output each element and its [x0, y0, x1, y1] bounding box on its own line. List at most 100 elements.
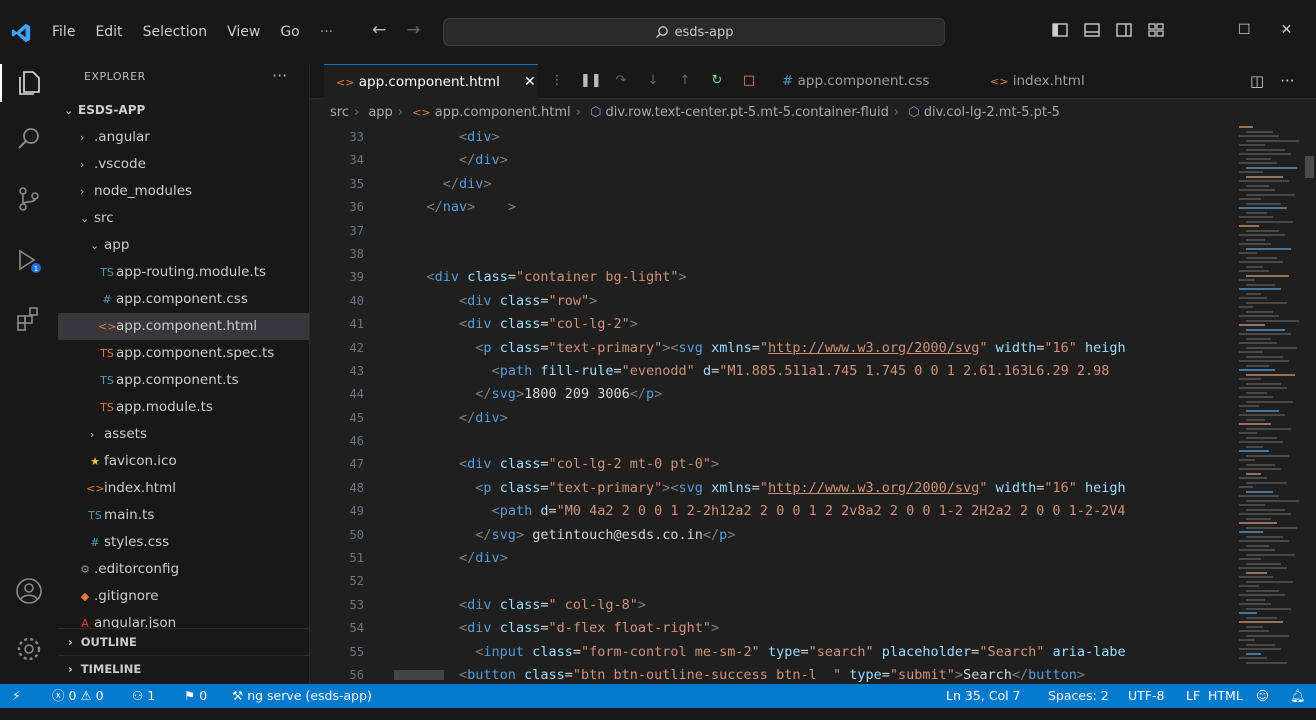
stop-icon[interactable]: □ [740, 73, 758, 89]
code-line[interactable]: 55 <input class="form-control me-sm-2" t… [310, 641, 1230, 664]
tree-item-app-routing-module[interactable]: TS app-routing.module.ts [58, 259, 309, 286]
step-over-icon[interactable]: ↷ [612, 73, 630, 89]
restart-icon[interactable]: ↻ [708, 73, 726, 89]
task-indicator[interactable]: ⚒ ng serve (esds-app) [232, 684, 372, 708]
maximize-icon[interactable]: ☐ [1238, 22, 1251, 38]
remote-indicator[interactable]: ⚡ [12, 684, 21, 708]
code-line[interactable]: 36 </nav> > [310, 196, 1230, 219]
code-line[interactable]: 48 <p class="text-primary"><svg xmlns="h… [310, 477, 1230, 500]
tab-app-component-css[interactable]: # app.component.css [770, 64, 940, 99]
split-editor-icon[interactable]: ◫ [1250, 72, 1264, 90]
back-arrow-icon[interactable]: ← [372, 20, 386, 40]
code-line[interactable]: 37 [310, 220, 1230, 243]
close-window-icon[interactable]: ✕ [1281, 22, 1293, 38]
scrollbar-thumb[interactable] [1305, 156, 1314, 178]
explorer-more-actions[interactable]: ··· [272, 66, 287, 85]
vertical-scrollbar[interactable] [1303, 126, 1316, 684]
code-line[interactable]: 56 <button class="btn btn-outline-succes… [310, 664, 1230, 684]
breadcrumb-item[interactable]: app [368, 105, 392, 120]
code-line[interactable]: 43 <path fill-rule="evenodd" d="M1.885.5… [310, 360, 1230, 383]
outline-section[interactable]: › OUTLINE [58, 628, 309, 655]
tree-item-gitignore[interactable]: ◆ .gitignore [58, 583, 309, 610]
code-line[interactable]: 51 </div> [310, 547, 1230, 570]
command-center-search[interactable]: esds-app [443, 18, 945, 46]
language-mode[interactable]: HTML [1208, 684, 1243, 708]
pause-icon[interactable]: ❚❚ [580, 73, 602, 89]
tree-item-src[interactable]: ⌄ src [58, 205, 309, 232]
minimap[interactable] [1235, 126, 1303, 684]
step-out-icon[interactable]: ↑ [676, 73, 694, 89]
info-indicator[interactable]: ⚑ 0 [184, 684, 207, 708]
explorer-icon[interactable] [0, 64, 44, 102]
menu-edit[interactable]: Edit [85, 22, 132, 42]
code-line[interactable]: 53 <div class=" col-lg-8"> [310, 594, 1230, 617]
menu-selection[interactable]: Selection [133, 22, 218, 42]
tree-item-app-component-spec[interactable]: TS app.component.spec.ts [58, 340, 309, 367]
breadcrumb-item[interactable]: app.component.html [435, 105, 571, 120]
code-line[interactable]: 50 </svg> getintouch@esds.co.in</p> [310, 524, 1230, 547]
tree-item-angular[interactable]: › .angular [58, 124, 309, 151]
problems-indicator[interactable]: ⓧ 0 ⚠ 0 [52, 684, 104, 708]
tree-item-app[interactable]: ⌄ app [58, 232, 309, 259]
tab-app-component-html[interactable]: <> app.component.html ✕ [324, 64, 538, 99]
code-line[interactable]: 39 <div class="container bg-light"> [310, 266, 1230, 289]
code-line[interactable]: 40 <div class="row"> [310, 290, 1230, 313]
breadcrumb-item[interactable]: div.col-lg-2.mt-5.pt-5 [924, 105, 1060, 120]
customize-layout-icon[interactable] [1146, 20, 1166, 40]
account-icon[interactable] [14, 576, 44, 606]
run-debug-icon[interactable]: 1 [14, 246, 44, 276]
tree-item-node-modules[interactable]: › node_modules [58, 178, 309, 205]
breadcrumb-item[interactable]: div.row.text-center.pt-5.mt-5.container-… [605, 105, 888, 120]
tree-item-app-module[interactable]: TS app.module.ts [58, 394, 309, 421]
tree-item-styles-css[interactable]: # styles.css [58, 529, 309, 556]
tree-item-editorconfig[interactable]: ⚙ .editorconfig [58, 556, 309, 583]
tree-item-index-html[interactable]: <>index.html [58, 475, 309, 502]
code-line[interactable]: 46 [310, 430, 1230, 453]
end-of-line[interactable]: LF [1186, 684, 1200, 708]
tree-item-favicon[interactable]: ★ favicon.ico [58, 448, 309, 475]
ports-indicator[interactable]: ⚇ 1 [132, 684, 155, 708]
code-line[interactable]: 34 </div> [310, 149, 1230, 172]
code-line[interactable]: 35 </div> [310, 173, 1230, 196]
code-line[interactable]: 49 <path d="M0 4a2 2 0 0 1 2-2h12a2 2 0 … [310, 500, 1230, 523]
toggle-secondary-sidebar-icon[interactable] [1114, 20, 1134, 40]
code-line[interactable]: 45 </div> [310, 407, 1230, 430]
breadcrumb-item[interactable]: src [330, 105, 349, 120]
toggle-panel-icon[interactable] [1082, 20, 1102, 40]
encoding[interactable]: UTF-8 [1128, 684, 1164, 708]
step-into-icon[interactable]: ↓ [644, 73, 662, 89]
source-control-icon[interactable] [14, 184, 44, 214]
tab-index-html[interactable]: <> index.html [978, 64, 1108, 99]
horizontal-scrollbar-thumb[interactable] [394, 670, 444, 680]
timeline-section[interactable]: › TIMELINE [58, 655, 309, 682]
toggle-primary-sidebar-icon[interactable] [1050, 20, 1070, 40]
notifications-icon[interactable]: 🔔︎ [1290, 684, 1306, 708]
tree-item-app-component-ts[interactable]: TS app.component.ts [58, 367, 309, 394]
feedback-icon[interactable]: ☺ [1256, 684, 1269, 708]
code-line[interactable]: 33 <div> [310, 126, 1230, 149]
close-tab-icon[interactable]: ✕ [524, 65, 536, 100]
menu-go[interactable]: Go [270, 22, 309, 42]
drag-handle-icon[interactable]: ⋮ [548, 73, 566, 89]
code-line[interactable]: 52 [310, 570, 1230, 593]
tree-item-assets[interactable]: › assets [58, 421, 309, 448]
menu-file[interactable]: File [42, 22, 85, 42]
code-line[interactable]: 54 <div class="d-flex float-right"> [310, 617, 1230, 640]
tree-item-main-ts[interactable]: TS main.ts [58, 502, 309, 529]
code-line[interactable]: 41 <div class="col-lg-2"> [310, 313, 1230, 336]
code-editor[interactable]: 33 <div> 34 </div> 35 </div> 36 </nav> >37 3… [310, 126, 1230, 684]
code-line[interactable]: 44 </svg>1800 209 3006</p> [310, 383, 1230, 406]
cursor-position[interactable]: Ln 35, Col 7 [946, 684, 1021, 708]
menu-more[interactable]: ··· [310, 22, 343, 42]
tree-root-esds-app[interactable]: ⌄ ESDS-APP [58, 97, 309, 124]
tree-item-vscode[interactable]: › .vscode [58, 151, 309, 178]
more-actions-icon[interactable]: ··· [1280, 72, 1294, 90]
search-icon[interactable] [14, 124, 44, 154]
code-line[interactable]: 38 [310, 243, 1230, 266]
code-line[interactable]: 47 <div class="col-lg-2 mt-0 pt-0"> [310, 453, 1230, 476]
tree-item-app-component-html[interactable]: <>app.component.html [58, 313, 309, 340]
tree-item-app-component-css[interactable]: # app.component.css [58, 286, 309, 313]
indentation[interactable]: Spaces: 2 [1048, 684, 1109, 708]
extensions-icon[interactable] [14, 304, 44, 334]
menu-view[interactable]: View [217, 22, 270, 42]
